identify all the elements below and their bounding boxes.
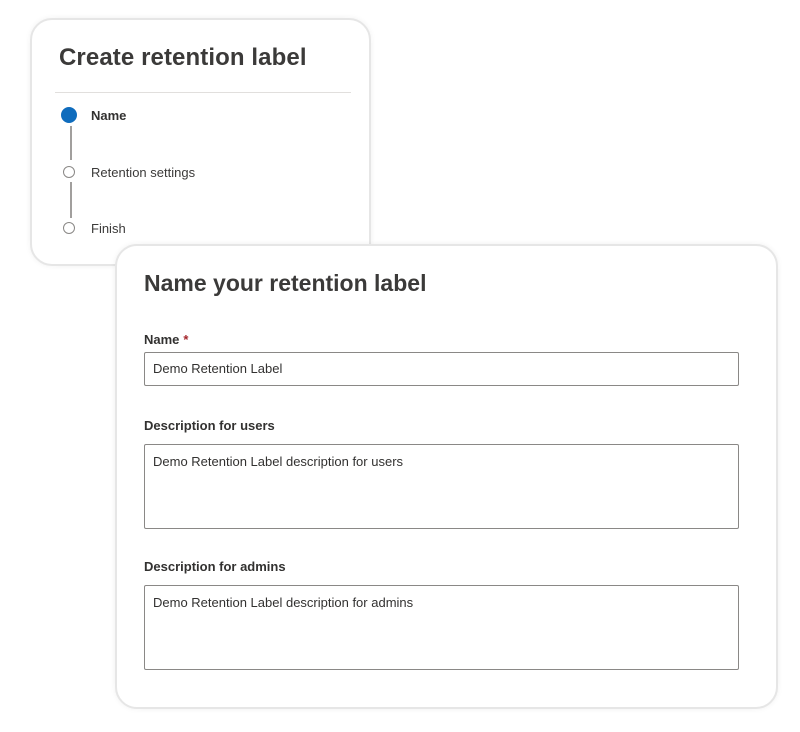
- name-form-panel: Name your retention label Name * Demo Ret…: [115, 244, 778, 709]
- name-field-label: Name *: [144, 332, 188, 347]
- wizard-steps-panel: Create retention label Name Retention se…: [30, 18, 371, 266]
- form-title: Name your retention label: [144, 270, 427, 296]
- description-admins-textarea[interactable]: Demo Retention Label description for adm…: [144, 585, 739, 670]
- name-label-text: Name: [144, 332, 180, 347]
- step-finish[interactable]: Finish: [61, 218, 126, 238]
- name-input[interactable]: Demo Retention Label: [144, 352, 739, 386]
- wizard-title: Create retention label: [59, 44, 307, 71]
- step-connector: [70, 182, 72, 218]
- description-users-label: Description for users: [144, 418, 275, 433]
- pending-step-icon: [63, 166, 75, 178]
- step-connector: [70, 126, 72, 160]
- required-indicator: *: [183, 332, 189, 347]
- current-step-icon: [61, 107, 77, 123]
- wizard-divider: [55, 92, 351, 93]
- description-users-textarea[interactable]: Demo Retention Label description for use…: [144, 444, 739, 529]
- step-name[interactable]: Name: [61, 105, 126, 125]
- step-label-name: Name: [91, 107, 127, 123]
- step-label-retention-settings: Retention settings: [91, 164, 196, 180]
- pending-step-icon: [63, 222, 75, 234]
- step-label-finish: Finish: [91, 220, 126, 236]
- step-retention-settings[interactable]: Retention settings: [61, 162, 195, 182]
- description-admins-label: Description for admins: [144, 559, 286, 574]
